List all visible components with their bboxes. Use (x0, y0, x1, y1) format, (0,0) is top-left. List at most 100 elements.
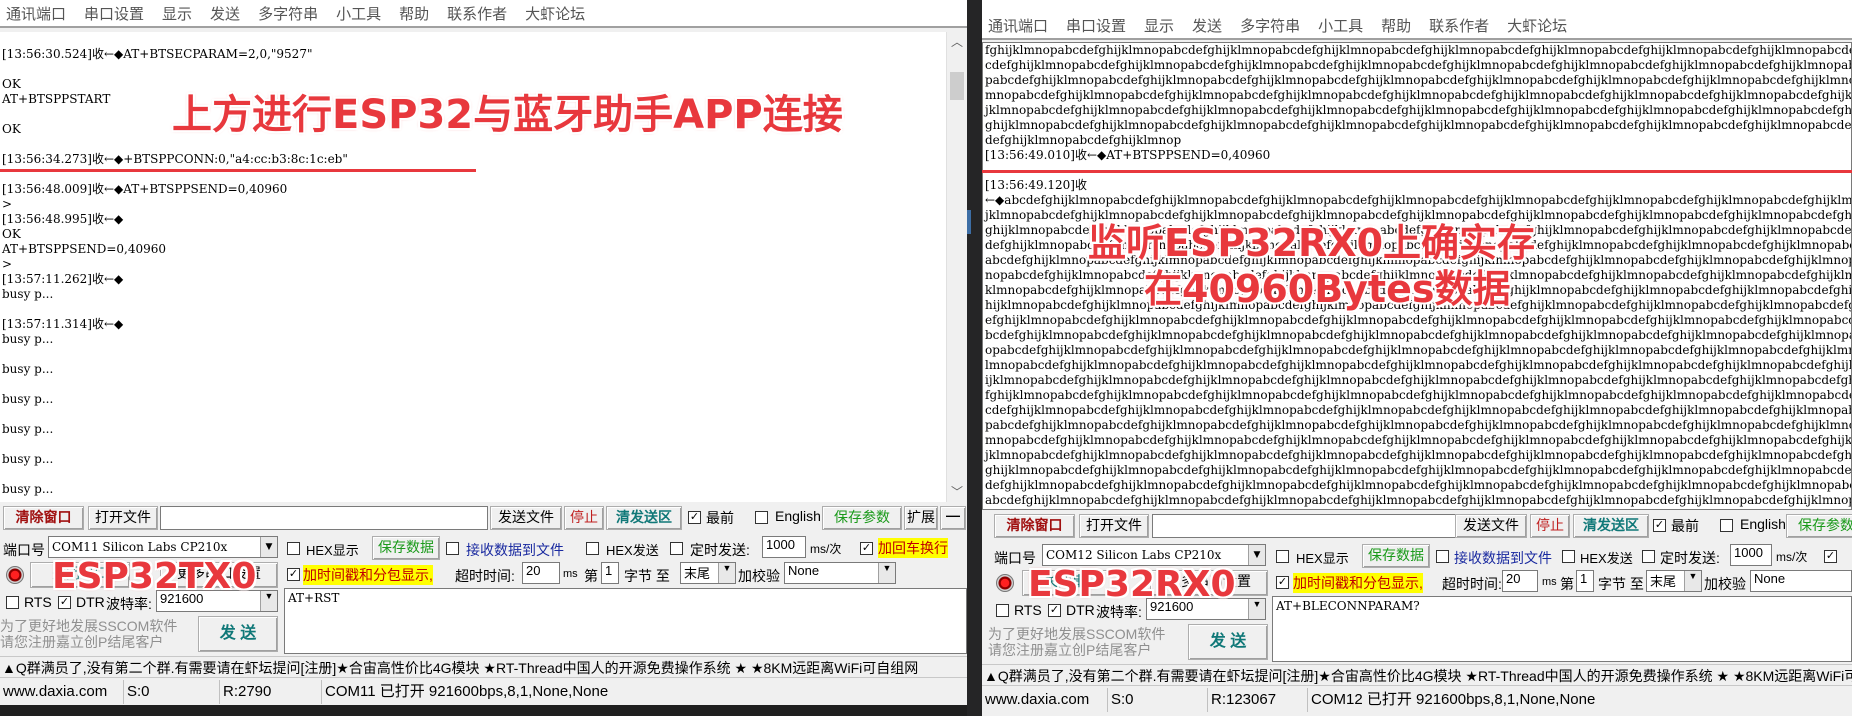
receive-line: ←◆abcdefghijklmnopabcdefghijklmnopabcdef… (985, 193, 1852, 207)
annotation-monitor-note-2: 在40960Bytes数据 (1144, 267, 1511, 311)
recv-to-file-checkbox[interactable] (446, 542, 459, 555)
send-input[interactable]: AT+BLECONNPARAM? (1272, 596, 1852, 662)
clear-send-button[interactable]: 清发送区 (1573, 514, 1649, 538)
menu-multi-string[interactable]: 多字符串 (1240, 15, 1300, 36)
send-button[interactable]: 发 送 (1188, 624, 1268, 660)
clear-send-button[interactable]: 清发送区 (606, 506, 682, 530)
menu-send[interactable]: 发送 (210, 3, 240, 24)
timed-interval-input[interactable]: 1000 (762, 536, 806, 558)
scroll-down-icon[interactable]: ﹀ (947, 482, 967, 502)
byte-to-select[interactable]: 末尾 ▼ (1646, 570, 1702, 592)
recv-to-file-label: 接收数据到文件 (1454, 550, 1552, 566)
menu-contact[interactable]: 联系作者 (447, 3, 507, 24)
send-button[interactable]: 发 送 (198, 616, 278, 652)
receive-line: [13:56:30.524]收←◆AT+BTSECPARAM=2,0,"9527… (2, 47, 313, 61)
timeout-input[interactable]: 20 (1502, 570, 1538, 592)
add-crlf-checkbox[interactable]: ✓ (860, 542, 873, 555)
file-path-input[interactable] (160, 506, 488, 530)
timestamp-checkbox[interactable]: ✓ (287, 568, 300, 581)
menu-display[interactable]: 显示 (1144, 15, 1174, 36)
timestamp-checkbox[interactable]: ✓ (1276, 576, 1289, 589)
recv-to-file-checkbox[interactable] (1436, 550, 1449, 563)
expand-button[interactable]: 扩展 (904, 506, 938, 530)
rts-checkbox[interactable] (6, 596, 19, 609)
timed-send-checkbox[interactable] (1642, 550, 1655, 563)
dtr-checkbox[interactable]: ✓ (58, 596, 71, 609)
receive-line: [13:56:49.120]收 (985, 178, 1087, 192)
chevron-down-icon[interactable]: ▼ (1248, 545, 1265, 565)
status-website[interactable]: www.daxia.com (0, 680, 124, 704)
menu-comm-port[interactable]: 通讯端口 (988, 15, 1048, 36)
menu-tools[interactable]: 小工具 (336, 3, 381, 24)
byte-from-input[interactable]: 1 (1576, 570, 1594, 592)
rts-checkbox[interactable] (996, 604, 1009, 617)
interval-unit-label: ms/次 (1776, 550, 1808, 564)
clear-window-button[interactable]: 清除窗口 (994, 514, 1075, 538)
status-website[interactable]: www.daxia.com (982, 688, 1108, 712)
topmost-checkbox[interactable]: ✓ (1653, 519, 1666, 532)
timed-send-checkbox[interactable] (670, 542, 683, 555)
interval-unit-label: ms/次 (810, 542, 842, 556)
receive-line: cdefghijklmnopabcdefghijklmnopabcdefghij… (985, 403, 1852, 417)
scroll-up-icon[interactable]: ︿ (947, 32, 967, 52)
receive-line: defghijklmnopabcdefghijklmnop (985, 133, 1182, 147)
english-checkbox[interactable] (755, 511, 768, 524)
menu-forum[interactable]: 大虾论坛 (525, 3, 585, 24)
menu-port-settings[interactable]: 串口设置 (1066, 15, 1126, 36)
menu-comm-port[interactable]: 通讯端口 (6, 3, 66, 24)
english-checkbox[interactable] (1720, 519, 1733, 532)
byte-from-input[interactable]: 1 (601, 562, 619, 584)
menu-forum[interactable]: 大虾论坛 (1507, 15, 1567, 36)
chevron-down-icon[interactable]: ▼ (260, 537, 277, 557)
menu-help[interactable]: 帮助 (1381, 15, 1411, 36)
save-data-button[interactable]: 保存数据 (1362, 544, 1430, 568)
send-input[interactable]: AT+RST (284, 588, 967, 654)
checksum-select[interactable]: None ▼ (784, 562, 896, 584)
chevron-down-icon[interactable]: ▼ (718, 563, 735, 583)
collapse-button[interactable]: — (940, 506, 966, 530)
announcement-marquee[interactable]: ▲Q群满员了,没有第二个群.有需要请在虾坛提问[注册]★合宙高性价比4G模块 ★… (982, 664, 1852, 686)
menu-contact[interactable]: 联系作者 (1429, 15, 1489, 36)
chevron-down-icon[interactable]: ▼ (1248, 599, 1265, 619)
open-file-button[interactable]: 打开文件 (88, 506, 158, 530)
chevron-down-icon[interactable]: ▼ (878, 563, 895, 583)
timed-interval-input[interactable]: 1000 (1730, 544, 1772, 566)
receive-scrollbar[interactable]: ︿ ﹀ (946, 32, 967, 502)
topmost-checkbox[interactable]: ✓ (688, 511, 701, 524)
hex-display-checkbox[interactable] (1276, 550, 1289, 563)
port-select[interactable]: COM12 Silicon Labs CP210x ▼ (1042, 544, 1266, 566)
menu-port-settings[interactable]: 串口设置 (84, 3, 144, 24)
send-file-button[interactable]: 发送文件 (1455, 514, 1527, 538)
dtr-checkbox[interactable]: ✓ (1048, 604, 1061, 617)
receive-line: busy p... (2, 452, 54, 466)
file-path-input[interactable] (1152, 514, 1462, 538)
save-params-button[interactable]: 保存参数 (1786, 514, 1852, 538)
save-data-button[interactable]: 保存数据 (372, 536, 440, 560)
stop-button[interactable]: 停止 (564, 506, 604, 530)
announcement-marquee[interactable]: ▲Q群满员了,没有第二个群.有需要请在虾坛提问[注册]★合宙高性价比4G模块 ★… (0, 656, 967, 678)
byte-to-select[interactable]: 末尾 ▼ (680, 562, 736, 584)
scroll-thumb[interactable] (950, 72, 964, 100)
receive-line: [13:56:48.009]收←◆AT+BTSPPSEND=0,40960 (2, 182, 288, 196)
save-params-button[interactable]: 保存参数 (822, 506, 902, 530)
menu-multi-string[interactable]: 多字符串 (258, 3, 318, 24)
timeout-input[interactable]: 20 (522, 562, 560, 584)
receive-line: pabcdefghijklmnopabcdefghijklmnopabcdefg… (985, 418, 1852, 432)
hex-display-checkbox[interactable] (287, 542, 300, 555)
chevron-down-icon[interactable]: ▼ (1684, 571, 1701, 591)
menu-display[interactable]: 显示 (162, 3, 192, 24)
port-select[interactable]: COM11 Silicon Labs CP210x ▼ (48, 536, 278, 558)
chevron-down-icon[interactable]: ▼ (260, 591, 277, 611)
send-file-button[interactable]: 发送文件 (490, 506, 562, 530)
checksum-select[interactable]: None (1750, 570, 1852, 592)
menu-tools[interactable]: 小工具 (1318, 15, 1363, 36)
menu-help[interactable]: 帮助 (399, 3, 429, 24)
annotation-underline (0, 169, 476, 172)
add-crlf-checkbox[interactable]: ✓ (1824, 550, 1837, 563)
open-file-button[interactable]: 打开文件 (1079, 514, 1149, 538)
menu-send[interactable]: 发送 (1192, 15, 1222, 36)
clear-window-button[interactable]: 清除窗口 (3, 506, 84, 530)
stop-button[interactable]: 停止 (1530, 514, 1570, 538)
hex-send-checkbox[interactable] (586, 542, 599, 555)
hex-send-checkbox[interactable] (1562, 550, 1575, 563)
